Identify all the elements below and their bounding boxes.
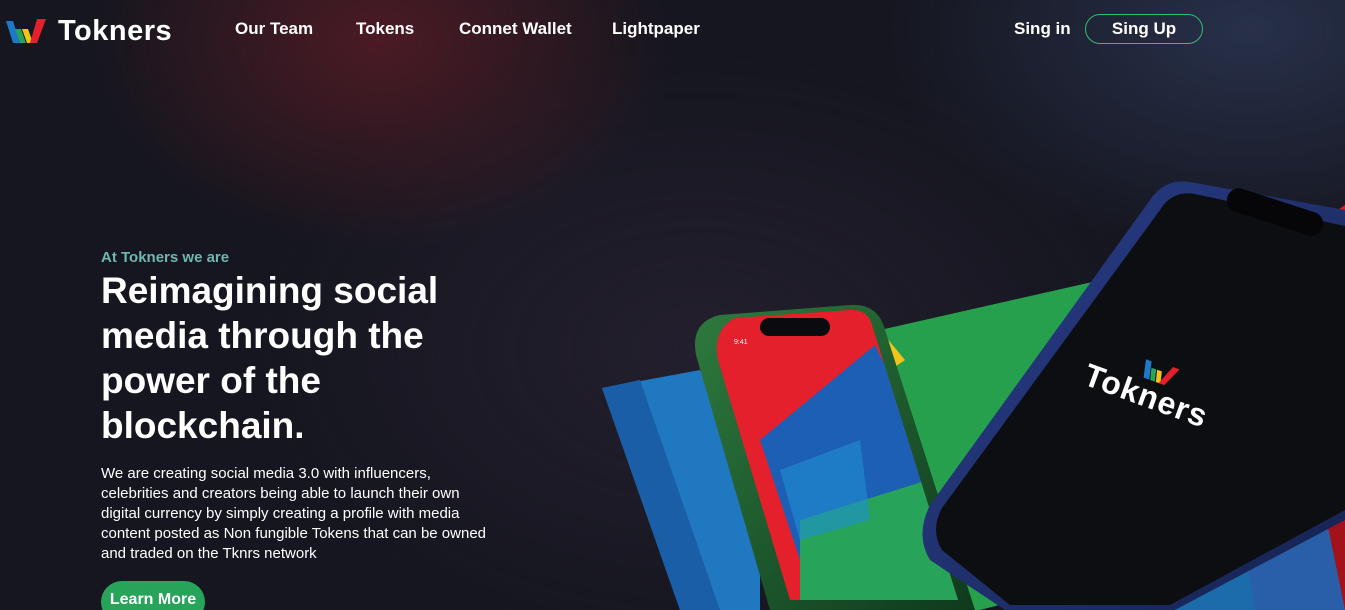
hero-description: We are creating social media 3.0 with in… xyxy=(101,465,486,562)
hero-eyebrow: At Tokners we are xyxy=(101,249,230,266)
status-bar-time: 9:41 xyxy=(734,339,748,346)
learn-more-button[interactable]: Learn More xyxy=(101,581,205,610)
hero-headline: Reimagining social media through the pow… xyxy=(101,270,439,446)
